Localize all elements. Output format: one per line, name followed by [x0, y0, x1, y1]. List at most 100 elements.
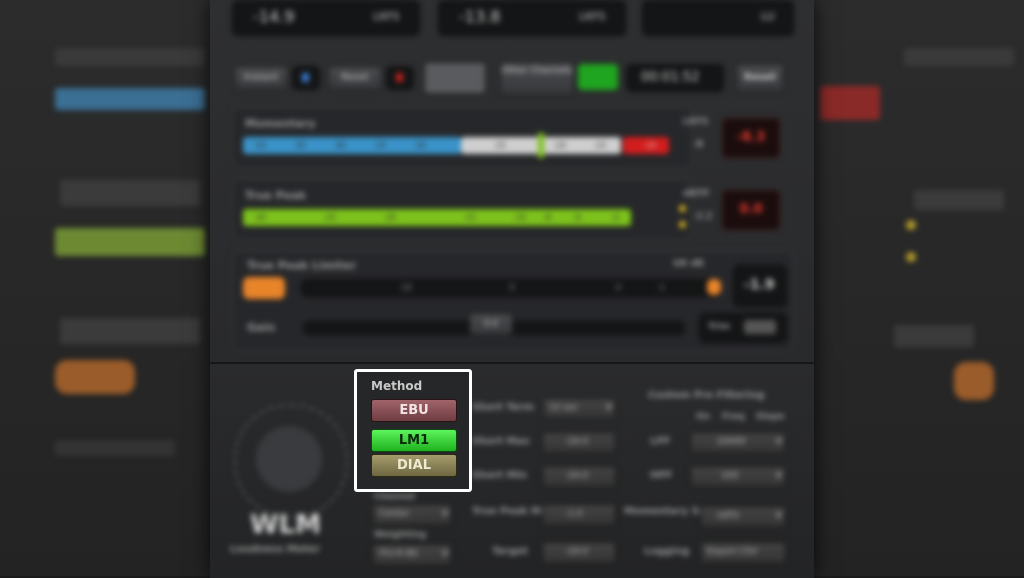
channel-label: Channel	[374, 492, 416, 502]
gain-label: Gain	[247, 321, 276, 334]
other-channels-button[interactable]: Other Channels	[500, 62, 574, 95]
momentary-max-value[interactable]: -8.3	[722, 118, 780, 158]
true-peak-tick: -4	[611, 213, 619, 222]
limiter-toggle[interactable]	[243, 277, 285, 299]
run-indicator[interactable]	[578, 64, 618, 90]
momentary-tick: -40	[333, 141, 347, 150]
limiter-panel: True Peak Limiter GR dB -10 -5 -3 -1 -1.…	[232, 250, 794, 352]
short-min-label: Short Min	[472, 470, 527, 481]
short-term-label: Short Term	[472, 402, 535, 413]
reset-indicator	[386, 66, 414, 90]
target-field[interactable]: -24.0	[542, 542, 616, 564]
gr-tick: -5	[507, 283, 515, 292]
weighting-dropdown[interactable]: ITU-R BS ▼	[372, 544, 452, 566]
momentary-tick: -50	[253, 141, 267, 150]
settings-section: WLM Loudness Meter Channel Center ▼ Weigh…	[210, 362, 814, 578]
pre-filter-col-slope: Slope	[756, 412, 785, 422]
reset-button[interactable]: Reset	[736, 64, 784, 92]
logging-label: Logging	[644, 546, 690, 557]
momentary-tick: -25	[493, 141, 507, 150]
gr-tick: -3	[613, 283, 621, 292]
channel-dropdown[interactable]: Center ▼	[372, 504, 452, 526]
limiter-readout: -1.9	[744, 277, 775, 293]
trim-button[interactable]	[744, 320, 776, 334]
momentary-tick: -30	[413, 141, 427, 150]
momentary-tick: -20	[553, 141, 567, 150]
product-subtitle: Loudness Meter	[230, 544, 321, 555]
true-peak-tick: -10	[513, 213, 527, 222]
true-peak-tick: -6	[573, 213, 581, 222]
instant-indicator	[292, 66, 320, 90]
time-value: 00:01:52	[641, 70, 700, 85]
trim-box: Trim	[699, 313, 787, 343]
hpf-controls[interactable]: 100 ▼	[690, 466, 786, 488]
method-title: Method	[371, 379, 423, 393]
background-left-panel	[0, 0, 210, 576]
pre-filtering-title: Custom Pre Filtering	[648, 390, 765, 401]
gr-tick: -10	[399, 283, 413, 292]
range-unit: LU	[761, 10, 775, 23]
momentary-target-marker	[538, 133, 544, 158]
trim-label: Trim	[708, 322, 731, 332]
short-min-field[interactable]: -24.0	[542, 466, 616, 488]
short-term-dropdown[interactable]: 10 sec ▼	[542, 398, 616, 420]
pre-filter-col-freq: Freq	[722, 412, 745, 422]
instant-button[interactable]: Instant	[234, 66, 288, 90]
limiter-readout-box: -1.9	[733, 265, 787, 307]
short-term-meter: -13.8 LKFS	[438, 0, 626, 36]
momentary-blue-segment	[243, 137, 461, 154]
target-label: Target	[492, 546, 528, 557]
true-peak-tick: -30	[253, 213, 267, 222]
short-term-unit: LKFS	[579, 10, 606, 23]
true-peak-readout: -2.2	[693, 211, 713, 222]
true-peak-panel: True Peak dBTP -30 -25 -20 -15 -10 -8 -6…	[232, 178, 713, 240]
lpf-label: LPF	[650, 436, 671, 447]
true-peak-label: True Peak	[245, 189, 307, 202]
pause-button[interactable]	[424, 62, 486, 94]
pre-filter-col-on: On	[696, 412, 711, 422]
limiter-label: True Peak Limiter	[247, 259, 357, 272]
gr-tick: -1	[657, 283, 665, 292]
limiter-gr-label: GR dB	[673, 259, 704, 269]
integrated-unit: LKFS	[373, 10, 400, 23]
method-selector: Method EBU LM1 DIAL	[354, 369, 472, 492]
peak-indicator-icon	[679, 205, 686, 212]
momentary-tick: -45	[293, 141, 307, 150]
true-peak-tick: -25	[323, 213, 337, 222]
momentary-tick: -10	[643, 141, 657, 150]
product-name: WLM	[250, 510, 322, 540]
reset-meter-button[interactable]: Reset	[328, 66, 382, 90]
momentary-tick: -15	[593, 141, 607, 150]
momentary-tick: -35	[373, 141, 387, 150]
time-display: 00:01:52	[626, 64, 724, 92]
integrated-meter: -14.9 LKFS	[232, 0, 420, 36]
short-max-field[interactable]: -24.0	[542, 432, 616, 454]
short-term-value: -13.8	[459, 7, 501, 26]
true-peak-tick: -15	[463, 213, 477, 222]
short-max-label: Short Max	[472, 436, 530, 447]
hpf-label: HPF	[650, 470, 673, 481]
true-peak-unit: dBTP	[683, 189, 710, 199]
method-ebu-button[interactable]: EBU	[371, 399, 457, 422]
wlm-plugin-window: -14.9 LKFS -13.8 LKFS LU Instant Reset O…	[210, 0, 814, 578]
true-peak-tick: -20	[383, 213, 397, 222]
gr-indicator	[707, 279, 721, 295]
momentary-scale-dropdown[interactable]: LKFS ▼	[700, 506, 786, 528]
waves-logo-icon	[256, 426, 322, 492]
momentary-readout: -8	[693, 139, 703, 150]
method-dial-button[interactable]: DIAL	[371, 454, 457, 477]
method-lm1-button[interactable]: LM1	[371, 429, 457, 452]
integrated-value: -14.9	[253, 7, 295, 26]
momentary-label: Momentary	[245, 117, 316, 130]
peak-indicator-icon	[679, 221, 686, 228]
gain-slider-handle[interactable]: 0.0	[469, 313, 513, 335]
background-right-panel	[814, 0, 1024, 576]
true-peak-tick: -8	[543, 213, 551, 222]
logging-button[interactable]: Export CSV	[700, 542, 786, 564]
lpf-controls[interactable]: 20000 ▼	[690, 432, 786, 454]
weighting-label: Weighting	[374, 530, 426, 540]
true-peak-max-field[interactable]: -1.0	[542, 504, 616, 526]
range-meter: LU	[642, 0, 794, 36]
true-peak-max-value[interactable]: 0.0	[722, 190, 780, 230]
momentary-panel: Momentary LKFS -50 -45 -40 -35 -30 -25 -…	[232, 106, 708, 168]
